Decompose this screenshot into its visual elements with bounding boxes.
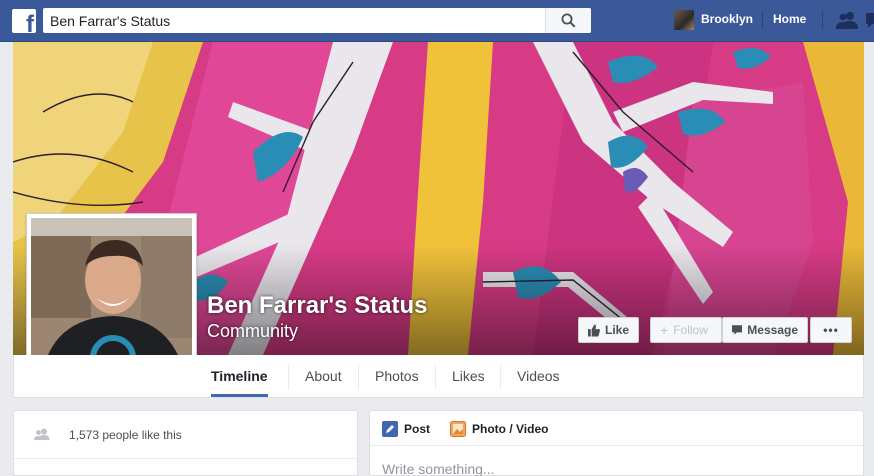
tab-divider: [358, 364, 359, 390]
like-button-label: Like: [604, 323, 629, 337]
tab-videos[interactable]: Videos: [517, 355, 560, 397]
user-name-link[interactable]: Brooklyn: [701, 12, 753, 26]
search-icon: [561, 13, 576, 28]
top-bar: f Brooklyn Home: [0, 0, 874, 42]
more-options-button[interactable]: •••: [810, 317, 852, 343]
like-button[interactable]: Like: [578, 317, 639, 343]
composer-post-label: Post: [404, 422, 431, 436]
tab-about[interactable]: About: [305, 355, 342, 397]
user-avatar[interactable]: [674, 10, 694, 30]
post-composer: Post Photo / Video Write something...: [369, 410, 864, 476]
follow-button[interactable]: + Follow: [650, 317, 722, 343]
photo-icon: [450, 421, 466, 437]
composer-photo-video-label: Photo / Video: [472, 422, 549, 436]
facebook-logo-icon[interactable]: f: [12, 9, 36, 33]
page-title[interactable]: Ben Farrar's Status: [207, 292, 427, 320]
follow-button-label: Follow: [673, 323, 708, 337]
section-divider: [14, 458, 357, 459]
tab-divider: [288, 364, 289, 390]
messages-icon[interactable]: [866, 13, 874, 29]
likes-count[interactable]: 1,573 people like this: [69, 428, 182, 442]
composer-tab-photo-video[interactable]: Photo / Video: [450, 421, 548, 437]
friend-requests-icon[interactable]: [836, 10, 858, 30]
plus-icon: +: [660, 322, 669, 338]
topbar-divider: [822, 11, 823, 29]
message-button[interactable]: Message: [722, 317, 808, 343]
pencil-icon: [382, 421, 398, 437]
home-link[interactable]: Home: [773, 12, 806, 26]
page-category[interactable]: Community: [207, 321, 298, 342]
tab-divider: [435, 364, 436, 390]
tab-timeline[interactable]: Timeline: [211, 355, 268, 397]
more-dots-icon: •••: [823, 323, 839, 337]
likes-summary-box: 1,573 people like this: [13, 410, 358, 476]
search-input[interactable]: [43, 8, 545, 33]
search-button[interactable]: [545, 8, 591, 33]
tab-divider: [500, 364, 501, 390]
thumbs-up-icon: [588, 324, 600, 336]
composer-input[interactable]: Write something...: [382, 461, 495, 476]
page-navigation: Timeline About Photos Likes Videos: [13, 355, 864, 398]
tab-photos[interactable]: Photos: [375, 355, 419, 397]
topbar-divider: [762, 11, 763, 29]
search-box: [43, 8, 591, 33]
composer-tab-post[interactable]: Post: [382, 421, 430, 437]
people-icon: [34, 428, 50, 440]
tab-likes[interactable]: Likes: [452, 355, 485, 397]
message-icon: [732, 325, 743, 335]
composer-divider: [370, 445, 863, 446]
message-button-label: Message: [747, 323, 798, 337]
